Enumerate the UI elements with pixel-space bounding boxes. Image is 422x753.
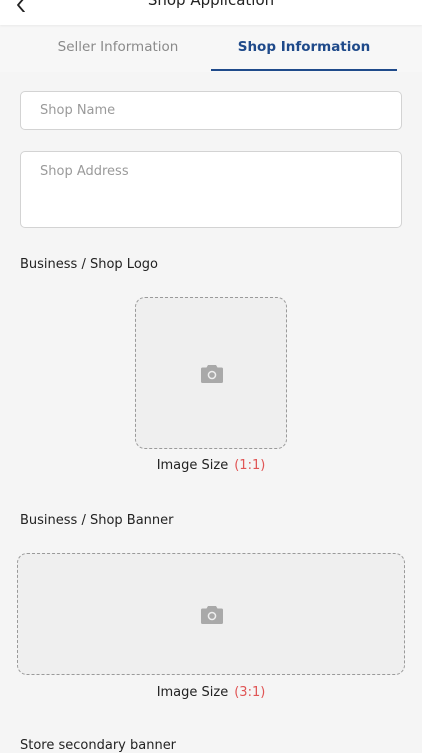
- camera-icon: [201, 606, 223, 624]
- logo-size-caption: Image Size (1:1): [0, 458, 422, 473]
- secondary-banner-label: Store secondary banner: [20, 738, 177, 753]
- shop-address-input[interactable]: [20, 151, 402, 228]
- shop-logo-upload[interactable]: [135, 297, 287, 449]
- page-title: Shop Application: [147, 0, 275, 9]
- shop-name-input[interactable]: [20, 91, 402, 130]
- shop-banner-label: Business / Shop Banner: [20, 513, 174, 528]
- tab-seller-information[interactable]: Seller Information: [24, 39, 212, 55]
- tab-shop-information[interactable]: Shop Information: [211, 39, 397, 55]
- shop-banner-upload[interactable]: [17, 553, 405, 675]
- tab-bar: Seller Information Shop Information: [0, 25, 422, 72]
- active-tab-indicator: [211, 69, 397, 71]
- logo-size-label: Image Size: [156, 458, 229, 473]
- banner-size-ratio: (3:1): [234, 685, 266, 700]
- shop-logo-label: Business / Shop Logo: [20, 257, 158, 272]
- logo-size-ratio: (1:1): [234, 458, 266, 473]
- app-header: Shop Application: [0, 0, 422, 25]
- banner-size-label: Image Size: [156, 685, 229, 700]
- camera-icon: [201, 365, 223, 383]
- banner-size-caption: Image Size (3:1): [0, 685, 422, 700]
